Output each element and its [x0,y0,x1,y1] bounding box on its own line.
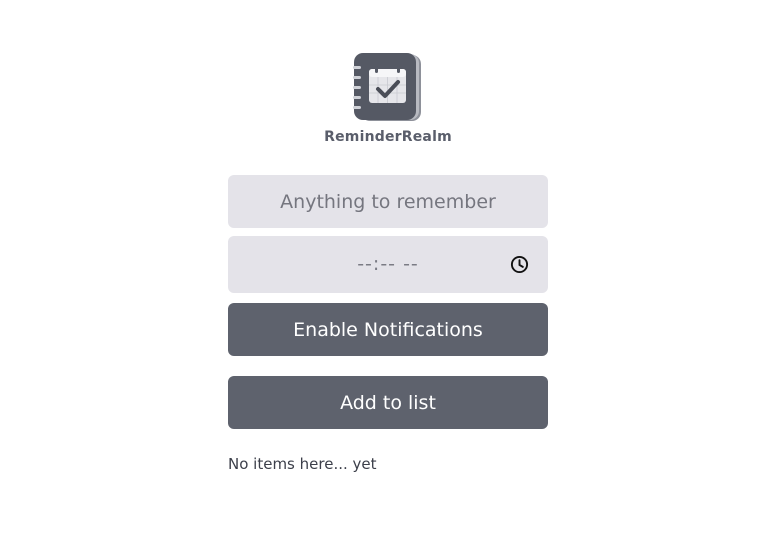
app-title: ReminderRealm [324,129,452,145]
add-to-list-button[interactable]: Add to list [228,376,548,429]
time-value: --:-- -- [357,253,419,275]
enable-notifications-button[interactable]: Enable Notifications [228,303,548,356]
time-input[interactable]: --:-- -- [228,236,548,293]
notebook-checkmark-icon [353,53,421,121]
clock-icon[interactable] [510,255,529,274]
reminder-input[interactable] [228,175,548,228]
empty-list-message: No items here... yet [228,455,377,473]
